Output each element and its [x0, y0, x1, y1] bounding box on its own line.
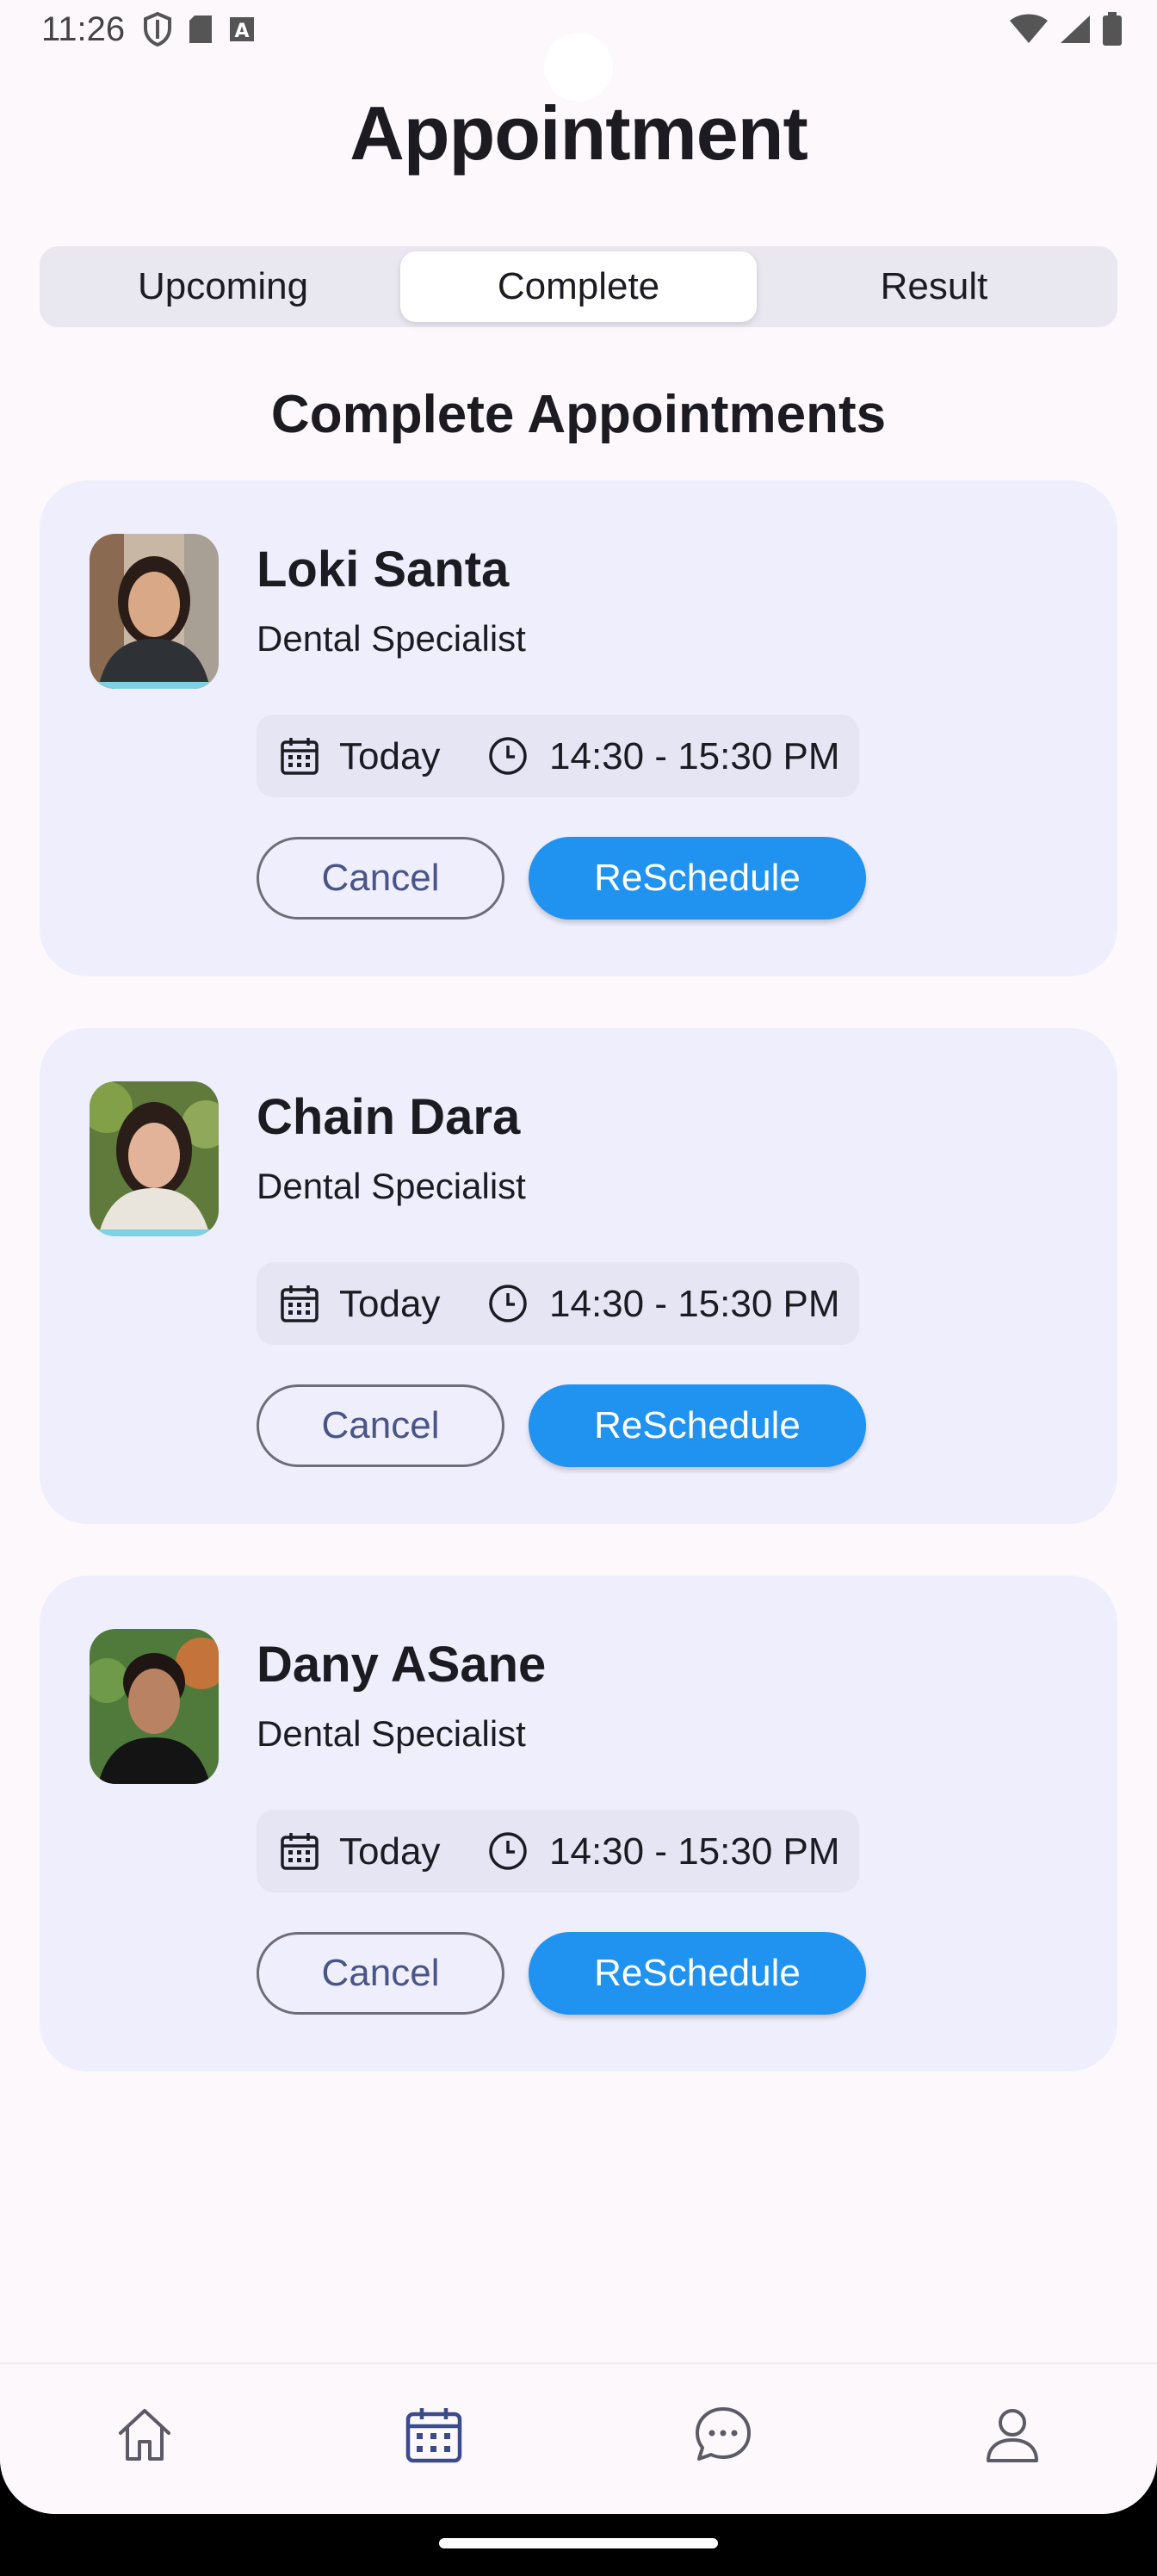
chat-icon — [692, 2404, 754, 2470]
svg-text:A: A — [234, 21, 249, 42]
calendar-icon — [279, 735, 320, 781]
section-title: Complete Appointments — [270, 385, 887, 444]
battery-icon — [1102, 12, 1123, 51]
appointment-time-range: 14:30 - 15:30 PM — [549, 1283, 840, 1325]
doctor-specialty: Dental Specialist — [257, 1166, 526, 1206]
appointment-time: Today 14:30 - 15:30 PM — [257, 715, 859, 797]
text-a-icon: A — [229, 16, 255, 46]
sd-card-icon — [188, 14, 213, 49]
shield-icon — [143, 11, 172, 51]
doctor-name: Dany ASane — [257, 1637, 547, 1693]
doctor-specialty: Dental Specialist — [257, 618, 526, 659]
profile-icon — [981, 2404, 1043, 2470]
doctor-specialty: Dental Specialist — [257, 1713, 526, 1754]
calendar-icon — [279, 1830, 320, 1876]
appointment-card: Loki Santa Dental Specialist Today 14:30… — [40, 480, 1117, 976]
tab-upcoming[interactable]: Upcoming — [45, 251, 401, 322]
appointment-day: Today — [339, 1830, 441, 1873]
clock-icon — [487, 1830, 529, 1876]
nav-profile[interactable] — [978, 2402, 1047, 2471]
status-bar: 11:26 A — [0, 0, 1157, 102]
appointment-time-range: 14:30 - 15:30 PM — [549, 735, 840, 777]
doctor-name: Chain Dara — [257, 1089, 521, 1145]
doctor-name: Loki Santa — [257, 542, 510, 598]
reschedule-button[interactable]: ReSchedule — [529, 1932, 866, 2015]
home-icon — [114, 2404, 176, 2470]
reschedule-button[interactable]: ReSchedule — [529, 837, 866, 920]
status-time: 11:26 — [41, 10, 126, 48]
appointment-tabs: Upcoming Complete Result — [40, 246, 1117, 327]
tab-result[interactable]: Result — [756, 251, 1112, 322]
appointment-day: Today — [339, 735, 441, 777]
doctor-avatar — [90, 534, 219, 689]
nav-appointments[interactable] — [399, 2402, 468, 2471]
signal-icon — [1059, 14, 1092, 49]
status-icons-right — [1009, 12, 1123, 51]
calendar-icon — [403, 2404, 465, 2470]
nav-messages[interactable] — [689, 2402, 758, 2471]
bottom-navigation — [0, 2362, 1157, 2514]
clock-icon — [487, 735, 529, 781]
clock-icon — [487, 1283, 529, 1328]
appointment-card: Dany ASane Dental Specialist Today 14:30… — [40, 1576, 1117, 2071]
cancel-button[interactable]: Cancel — [257, 837, 504, 920]
calendar-icon — [279, 1283, 320, 1328]
tab-complete[interactable]: Complete — [400, 251, 757, 322]
doctor-avatar — [90, 1081, 219, 1236]
appointment-time: Today 14:30 - 15:30 PM — [257, 1262, 859, 1345]
appointment-card: Chain Dara Dental Specialist Today 14:30… — [40, 1028, 1117, 1524]
wifi-icon — [1009, 14, 1049, 49]
appointment-day: Today — [339, 1283, 441, 1325]
gesture-home-bar[interactable] — [439, 2538, 718, 2548]
cancel-button[interactable]: Cancel — [257, 1384, 504, 1467]
reschedule-button[interactable]: ReSchedule — [529, 1384, 866, 1467]
appointment-time-range: 14:30 - 15:30 PM — [549, 1830, 840, 1873]
cancel-button[interactable]: Cancel — [257, 1932, 504, 2015]
page-title: Appointment — [350, 90, 808, 176]
doctor-avatar — [90, 1629, 219, 1784]
screen: 11:26 A Appointment Upcoming Complete Re… — [0, 0, 1157, 2514]
nav-home[interactable] — [110, 2402, 179, 2471]
status-icons-left: A — [143, 11, 255, 51]
appointment-time: Today 14:30 - 15:30 PM — [257, 1810, 859, 1892]
